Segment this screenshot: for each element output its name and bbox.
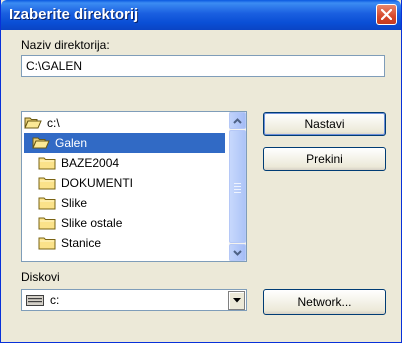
network-button[interactable]: Network... xyxy=(263,289,386,315)
list-item-label: Galen xyxy=(55,136,88,150)
list-item-label: Stanice xyxy=(61,236,102,250)
vertical-scrollbar[interactable] xyxy=(229,112,246,261)
list-item-label: c:\ xyxy=(47,116,60,130)
dir-name-value: C:\GALEN xyxy=(26,59,83,73)
scroll-thumb[interactable] xyxy=(229,130,246,243)
cancel-button-label: Prekini xyxy=(306,152,343,166)
list-item-label: BAZE2004 xyxy=(61,156,120,170)
folder-icon xyxy=(38,217,56,230)
list-item-label: Slike ostale xyxy=(61,216,123,230)
continue-button[interactable]: Nastavi xyxy=(263,112,386,136)
drive-select-value: c: xyxy=(50,293,60,307)
continue-button-label: Nastavi xyxy=(304,117,345,131)
list-item-baze2004[interactable]: BAZE2004 xyxy=(38,153,119,173)
folder-icon xyxy=(38,237,56,250)
open-folder-icon xyxy=(32,137,50,149)
folder-icon xyxy=(38,157,56,170)
list-item-slike[interactable]: Slike xyxy=(38,193,87,213)
list-item-c-root[interactable]: c:\ xyxy=(24,113,60,133)
list-item-label: DOKUMENTI xyxy=(61,176,133,190)
cancel-button[interactable]: Prekini xyxy=(263,147,386,171)
folder-icon xyxy=(38,197,56,210)
list-item-dokumenti[interactable]: DOKUMENTI xyxy=(38,173,133,193)
title-bar[interactable]: Izaberite direktorij xyxy=(1,0,401,30)
chevron-up-icon xyxy=(233,117,242,124)
dir-name-label: Naziv direktorija: xyxy=(21,38,110,52)
list-item-galen[interactable]: Galen xyxy=(24,133,225,153)
drive-select[interactable]: c: xyxy=(21,289,247,311)
drives-label: Diskovi xyxy=(21,270,60,284)
list-item-stanice[interactable]: Stanice xyxy=(38,233,101,253)
close-icon xyxy=(381,9,392,20)
chevron-down-icon xyxy=(233,249,242,256)
folder-icon xyxy=(38,177,56,190)
close-button[interactable] xyxy=(376,4,397,25)
dialog-window: Izaberite direktorij Naziv direktorija: … xyxy=(0,0,402,343)
directory-list[interactable]: c:\ Galen BAZE2004 DOKUMENTI Slike Slike… xyxy=(21,111,247,262)
network-button-label: Network... xyxy=(297,295,352,309)
drive-dropdown-button[interactable] xyxy=(228,291,245,310)
scroll-up-button[interactable] xyxy=(229,112,246,129)
list-item-label: Slike xyxy=(61,196,88,210)
scroll-down-button[interactable] xyxy=(229,244,246,261)
dialog-title: Izaberite direktorij xyxy=(9,6,139,23)
open-folder-icon xyxy=(24,117,42,129)
dir-name-field[interactable]: C:\GALEN xyxy=(21,55,385,77)
dropdown-arrow-icon xyxy=(232,298,241,303)
list-item-slike-ostale[interactable]: Slike ostale xyxy=(38,213,122,233)
drive-icon xyxy=(26,294,44,306)
